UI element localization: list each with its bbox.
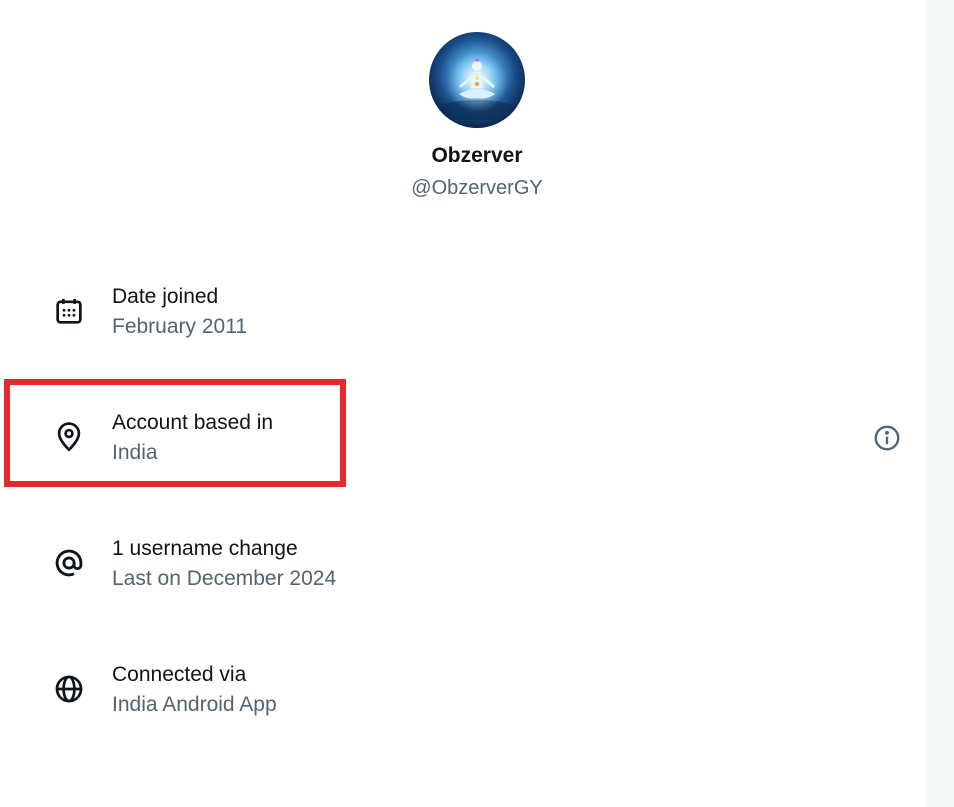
account-based-in-row: Account based in India xyxy=(0,398,926,498)
at-sign-icon xyxy=(52,546,86,580)
username-change-row: 1 username change Last on December 2024 xyxy=(0,524,926,624)
connected-via-row: Connected via India Android App xyxy=(0,650,926,750)
date-joined-label: Date joined xyxy=(112,285,219,308)
right-rail xyxy=(926,0,954,807)
date-joined-row: Date joined February 2011 xyxy=(0,272,926,372)
location-pin-icon xyxy=(52,420,86,454)
display-name: Obzerver xyxy=(431,144,523,167)
connected-via-label: Connected via xyxy=(112,663,247,686)
avatar[interactable] xyxy=(429,32,525,128)
avatar-image xyxy=(429,32,525,128)
date-joined-value: February 2011 xyxy=(112,315,248,338)
username-change-label: 1 username change xyxy=(112,537,298,560)
account-based-in-label: Account based in xyxy=(112,411,274,434)
connected-via-value: India Android App xyxy=(112,693,277,716)
username-handle: @ObzerverGY xyxy=(411,177,543,199)
info-icon[interactable] xyxy=(872,423,902,453)
username-change-value: Last on December 2024 xyxy=(112,567,337,590)
account-based-in-value: India xyxy=(112,441,158,464)
calendar-icon xyxy=(52,294,86,328)
globe-icon xyxy=(52,672,86,706)
